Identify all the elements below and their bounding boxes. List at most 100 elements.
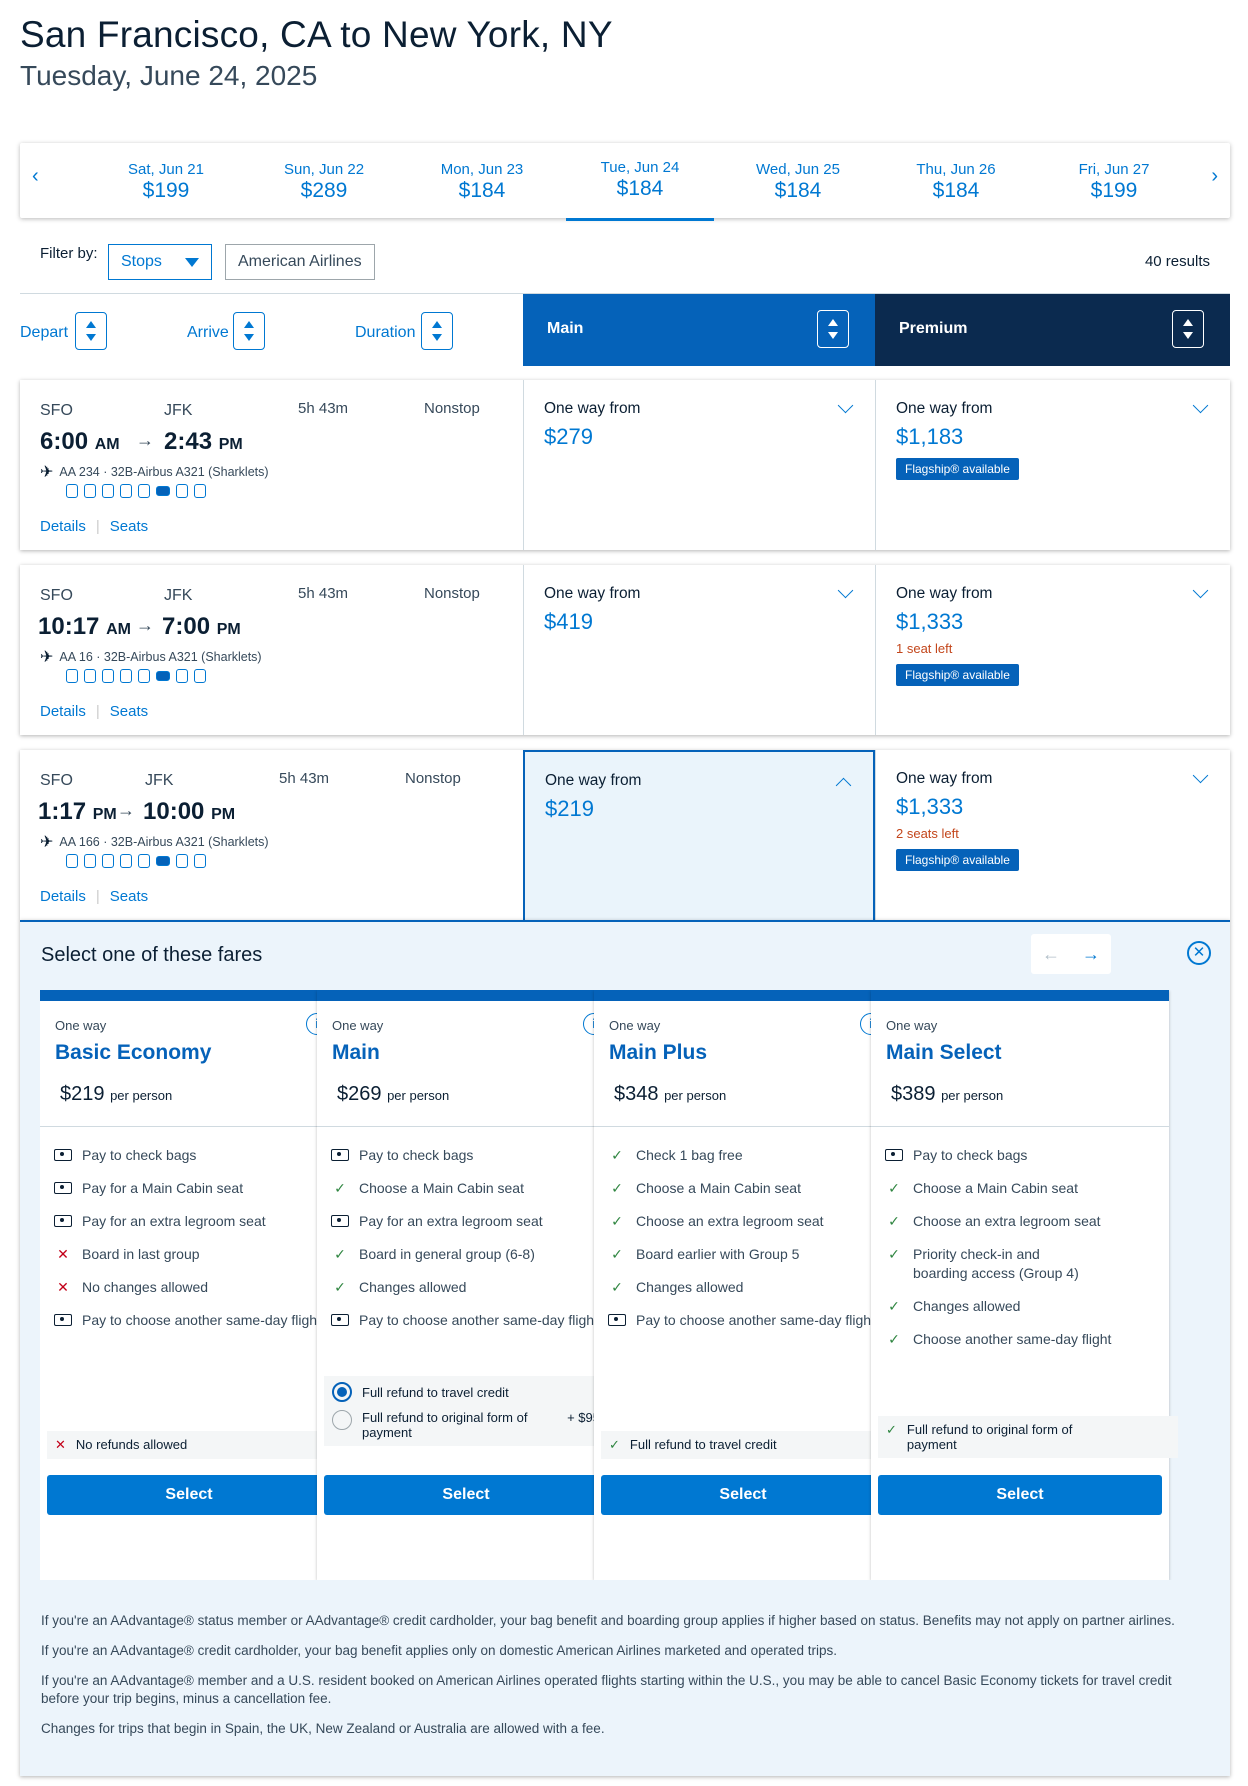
bag-fee-icon [885, 1149, 903, 1161]
arrive-time: 2:43 PM [164, 428, 243, 455]
main-fare-price: $219 [545, 796, 594, 821]
close-icon[interactable]: ✕ [1187, 941, 1211, 965]
refund-policy: ✓ Full refund to original form of payment [878, 1416, 1178, 1458]
bag-fee-icon [608, 1314, 626, 1326]
sort-up-icon [244, 321, 254, 328]
fare-feature: ✓ Choose an extra legroom seat [885, 1212, 1185, 1231]
tv-icon [156, 486, 170, 496]
fare-feature: ✓ Choose a Main Cabin seat [608, 1179, 882, 1198]
date-option[interactable]: Thu, Jun 26 $184 [882, 161, 1030, 203]
duration: 5h 43m [298, 400, 349, 417]
premium-fare-cell[interactable]: One way from $1,333 1 seat left Flagship… [875, 565, 1230, 735]
fare-price: $348 per person [614, 1083, 727, 1105]
seat-icon [194, 854, 206, 868]
device-icon [138, 484, 150, 498]
arrive-time: 7:00 PM [162, 613, 241, 640]
usb-icon [102, 669, 114, 683]
main-fare-cell[interactable]: One way from $419 [523, 565, 875, 735]
flight-leg-info: SFO JFK 5h 43m Nonstop 6:00 AM → 2:43 PM… [40, 400, 480, 535]
fare-carousel-nav: ← → [1031, 934, 1111, 974]
refund-original-payment-radio[interactable] [332, 1410, 352, 1430]
fare-panel-title: Select one of these fares [41, 944, 263, 966]
seats-link[interactable]: Seats [110, 888, 148, 905]
sort-header: Depart Arrive Duration Main Premium [20, 293, 1230, 366]
fare-feature: ✓ Choose a Main Cabin seat [885, 1179, 1185, 1198]
fare-feature: Pay for a Main Cabin seat [54, 1179, 328, 1198]
date-option[interactable]: Sun, Jun 22 $289 [250, 161, 398, 203]
fare-price: $219 per person [60, 1083, 173, 1105]
fare-feature: Pay to choose another same-day flight [608, 1311, 882, 1330]
depart-time: 10:17 AM [38, 613, 131, 640]
select-fare-button[interactable]: Select [878, 1475, 1162, 1515]
premium-fare-cell[interactable]: One way from $1,333 2 seats left Flagshi… [875, 750, 1230, 920]
main-fare-price: $279 [544, 424, 593, 449]
sort-arrive-button[interactable] [233, 312, 265, 350]
airplane-icon: ✈ [40, 649, 54, 666]
amenities [66, 854, 206, 868]
sort-down-icon [244, 334, 254, 341]
seats-link[interactable]: Seats [110, 703, 148, 720]
main-fare-cell-selected[interactable]: One way from $219 [523, 750, 875, 920]
check-icon: ✓ [611, 1213, 623, 1229]
fare-feature: ✕ Board in last group [54, 1245, 328, 1264]
fare-features: Pay to check bags ✓ Choose a Main Cabin s… [885, 1146, 1185, 1363]
sort-main-button[interactable] [817, 310, 849, 348]
check-icon: ✓ [888, 1213, 900, 1229]
date-option[interactable]: Wed, Jun 25 $184 [724, 161, 872, 203]
check-icon: ✓ [611, 1279, 623, 1295]
date-option[interactable]: Mon, Jun 23 $184 [408, 161, 556, 203]
fare-feature: ✓ Priority check-in and boarding access (… [885, 1245, 1185, 1283]
duration: 5h 43m [279, 770, 330, 787]
date-option[interactable]: Sat, Jun 21 $199 [92, 161, 240, 203]
sort-depart-label[interactable]: Depart [20, 324, 68, 342]
arrow-left-icon[interactable]: ← [1042, 944, 1060, 965]
fare-name: Main Select [886, 1041, 1002, 1064]
fare-feature: ✓ Board in general group (6-8) [331, 1245, 605, 1264]
sort-arrive-label[interactable]: Arrive [187, 324, 229, 342]
premium-fare-cell[interactable]: One way from $1,183 Flagship® available [875, 380, 1230, 550]
date-option[interactable]: Fri, Jun 27 $199 [1040, 161, 1188, 203]
select-fare-button[interactable]: Select [601, 1475, 885, 1515]
sort-depart-button[interactable] [75, 312, 107, 350]
date-option-selected[interactable]: Tue, Jun 24 $184 [566, 159, 714, 221]
details-link[interactable]: Details [40, 888, 86, 905]
fare-feature: Pay to choose another same-day flight [331, 1311, 605, 1330]
check-icon: ✓ [888, 1298, 900, 1314]
main-fare-cell[interactable]: One way from $279 [523, 380, 875, 550]
aircraft-info: ✈ AA 166 · 32B-Airbus A321 (Sharklets) [40, 834, 269, 851]
fare-notes: If you're an AAdvantage® status member o… [41, 1613, 1175, 1736]
x-icon: ✕ [57, 1246, 69, 1262]
sort-duration-button[interactable] [421, 312, 453, 350]
fare-price: $269 per person [337, 1083, 450, 1105]
details-link[interactable]: Details [40, 703, 86, 720]
fare-features: ✓ Check 1 bag free ✓ Choose a Main Cabin s… [608, 1146, 882, 1344]
seats-left-notice: 2 seats left [896, 826, 959, 841]
refund-travel-credit-radio[interactable] [332, 1382, 352, 1402]
fare-feature: Pay for an extra legroom seat [54, 1212, 328, 1231]
next-date-arrow-icon[interactable]: › [1211, 165, 1218, 188]
seats-link[interactable]: Seats [110, 518, 148, 535]
depart-time: 1:17 PM [38, 798, 117, 825]
stops-filter-dropdown[interactable]: Stops [108, 244, 212, 280]
sort-duration-label[interactable]: Duration [355, 324, 415, 342]
airline-filter-button[interactable]: American Airlines [225, 244, 375, 280]
bag-fee-icon [54, 1215, 72, 1227]
fare-feature: Pay to check bags [885, 1146, 1185, 1165]
sort-premium-button[interactable] [1172, 310, 1204, 348]
bag-fee-icon [331, 1314, 349, 1326]
select-fare-button[interactable]: Select [47, 1475, 331, 1515]
details-link[interactable]: Details [40, 518, 86, 535]
sort-down-icon [432, 334, 442, 341]
destination-code: JFK [145, 772, 174, 789]
fare-feature: ✓ Changes allowed [331, 1278, 605, 1297]
flight-leg-info: SFO JFK 5h 43m Nonstop 1:17 PM → 10:00 P… [38, 770, 461, 905]
arrow-right-icon[interactable]: → [1082, 944, 1100, 965]
fare-feature: ✓ Choose a Main Cabin seat [331, 1179, 605, 1198]
page-subtitle-date: Tuesday, June 24, 2025 [20, 60, 318, 91]
bag-fee-icon [331, 1215, 349, 1227]
prev-date-arrow-icon[interactable]: ‹ [32, 165, 39, 188]
check-icon: ✓ [611, 1147, 623, 1163]
select-fare-button[interactable]: Select [324, 1475, 608, 1515]
check-icon: ✓ [611, 1180, 623, 1196]
bag-fee-icon [54, 1182, 72, 1194]
